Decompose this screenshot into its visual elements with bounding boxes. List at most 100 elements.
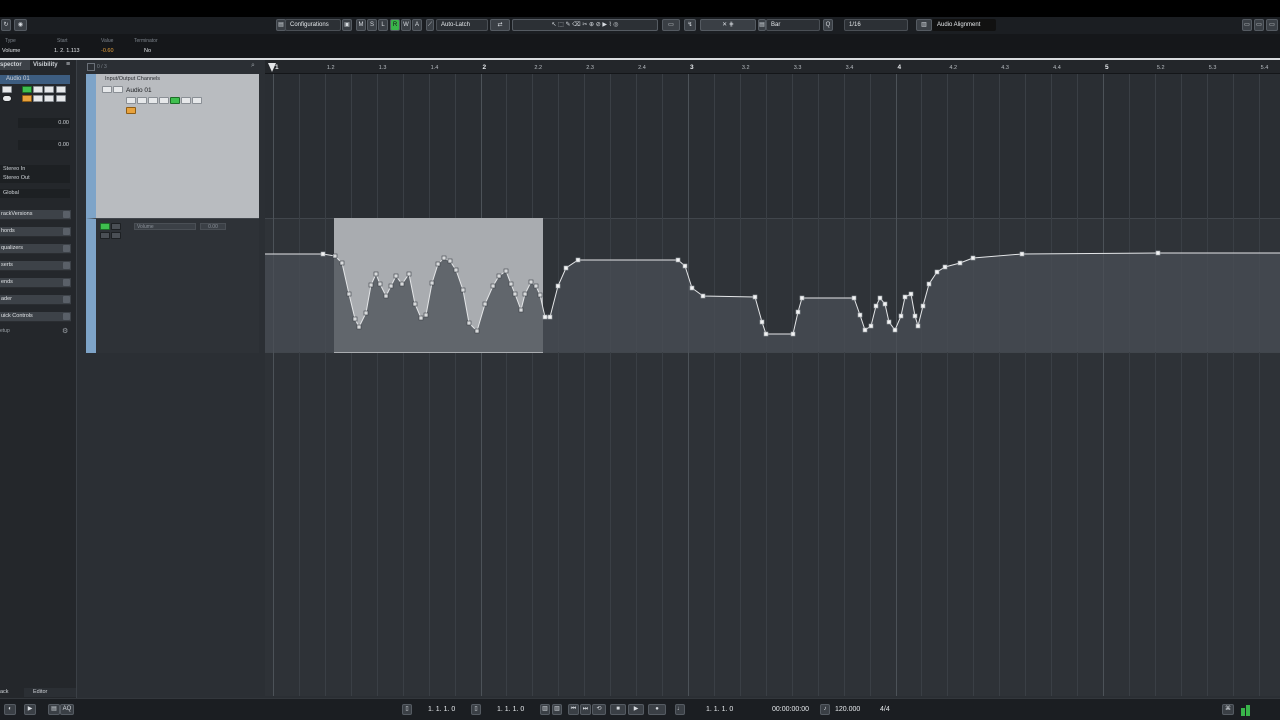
automation-point[interactable] bbox=[700, 293, 706, 299]
automation-point[interactable] bbox=[508, 281, 514, 287]
add-track-icon[interactable] bbox=[87, 63, 95, 71]
snap-type-icon[interactable]: ✕ ⋕ bbox=[700, 19, 756, 31]
automation-point[interactable] bbox=[368, 282, 374, 288]
input-routing[interactable]: Stereo In bbox=[0, 165, 70, 174]
section-chords[interactable]: hords bbox=[0, 227, 71, 237]
track-name[interactable]: Audio 01 bbox=[126, 87, 152, 94]
automation-curve[interactable] bbox=[265, 60, 1280, 696]
automation-point[interactable] bbox=[689, 285, 695, 291]
visibility-tab[interactable]: Visibility bbox=[33, 60, 63, 70]
automation-point[interactable] bbox=[886, 319, 892, 325]
tool-buttons[interactable]: ↖ ⬚ ✎ ⌫ ✂ ⊕ ⊘ ▶ ⌇ ◎ bbox=[512, 19, 658, 31]
automation-point[interactable] bbox=[675, 257, 681, 263]
edit-channel-icon[interactable] bbox=[126, 107, 136, 114]
quantize-icon[interactable]: Q bbox=[823, 19, 833, 31]
section-quick-controls[interactable]: uick Controls bbox=[0, 312, 71, 322]
inspector-track-buttons-2[interactable] bbox=[0, 95, 72, 103]
automation-point[interactable] bbox=[332, 253, 338, 259]
section-inserts[interactable]: serts bbox=[0, 261, 71, 271]
alignment-icon[interactable]: ▥ bbox=[916, 19, 932, 31]
right-locator[interactable]: 1. 1. 1. 0 bbox=[497, 704, 524, 716]
automation-point[interactable] bbox=[868, 323, 874, 329]
camera-icon[interactable]: ▣ bbox=[342, 19, 352, 31]
window-icon[interactable]: ◉ bbox=[14, 19, 27, 31]
play-icon[interactable]: ▶ bbox=[24, 704, 36, 715]
automation-point[interactable] bbox=[466, 320, 472, 326]
track-tab[interactable]: ack bbox=[0, 688, 22, 697]
automation-point[interactable] bbox=[892, 327, 898, 333]
automation-point[interactable] bbox=[399, 281, 405, 287]
section-trackversions[interactable]: rackVersions bbox=[0, 210, 71, 220]
automation-point[interactable] bbox=[882, 301, 888, 307]
solo-button[interactable]: S bbox=[367, 19, 377, 31]
grid-type-dropdown[interactable]: Bar bbox=[766, 19, 820, 31]
automation-point[interactable] bbox=[902, 294, 908, 300]
terminator-value[interactable]: No bbox=[144, 48, 151, 54]
automation-point[interactable] bbox=[352, 316, 358, 322]
menu-icon[interactable]: ≡ bbox=[66, 61, 74, 69]
automation-point[interactable] bbox=[441, 255, 447, 261]
automation-point[interactable] bbox=[1019, 251, 1025, 257]
automation-point[interactable] bbox=[857, 312, 863, 318]
inspector-track-buttons[interactable] bbox=[0, 86, 72, 94]
automation-point[interactable] bbox=[1155, 250, 1161, 256]
automation-point[interactable] bbox=[346, 291, 352, 297]
automation-point[interactable] bbox=[898, 313, 904, 319]
automation-point[interactable] bbox=[512, 291, 518, 297]
configurations-dropdown[interactable]: Configurations bbox=[285, 19, 341, 31]
a-button[interactable]: A bbox=[412, 19, 422, 31]
automation-point[interactable] bbox=[429, 280, 435, 286]
automation-point[interactable] bbox=[795, 309, 801, 315]
lane-parameter[interactable]: Volume bbox=[134, 223, 196, 230]
automation-point[interactable] bbox=[474, 328, 480, 334]
stop-button[interactable]: ■ bbox=[610, 704, 626, 715]
type-value[interactable]: Volume bbox=[2, 48, 20, 54]
tempo-field[interactable]: 120.000 bbox=[835, 704, 860, 716]
automation-point[interactable] bbox=[799, 295, 805, 301]
punch-in-icon[interactable]: ▥ bbox=[540, 704, 550, 715]
listen-button[interactable]: L bbox=[378, 19, 388, 31]
snap-icon[interactable]: ▭ bbox=[662, 19, 680, 31]
search-icon[interactable]: ⌕ bbox=[251, 62, 255, 70]
automation-point[interactable] bbox=[320, 251, 326, 257]
automation-point[interactable] bbox=[412, 301, 418, 307]
automation-point[interactable] bbox=[537, 292, 543, 298]
automation-point[interactable] bbox=[752, 294, 758, 300]
cycle-button[interactable]: ⟲ bbox=[592, 704, 606, 715]
automation-point[interactable] bbox=[575, 257, 581, 263]
volume-automation-track[interactable]: Volume 0.00 bbox=[86, 218, 259, 353]
automation-point[interactable] bbox=[790, 331, 796, 337]
automation-point[interactable] bbox=[418, 315, 424, 321]
automation-point[interactable] bbox=[957, 260, 963, 266]
play-button[interactable]: ▶ bbox=[628, 704, 644, 715]
automation-mode-dropdown[interactable]: Auto-Latch bbox=[436, 19, 488, 31]
value-value[interactable]: -0.60 bbox=[101, 48, 114, 54]
automation-point[interactable] bbox=[542, 314, 548, 320]
tempo-track-icon[interactable]: ♪ bbox=[820, 704, 830, 715]
automation-point[interactable] bbox=[563, 265, 569, 271]
cycle-icon[interactable]: ⇄ bbox=[490, 19, 510, 31]
automation-point[interactable] bbox=[518, 307, 524, 313]
automation-point[interactable] bbox=[453, 267, 459, 273]
refresh-icon[interactable]: ↻ bbox=[1, 19, 11, 31]
right-locator-icon[interactable]: ▯ bbox=[471, 704, 481, 715]
record-mode-icon[interactable]: ◐ bbox=[4, 704, 16, 715]
automation-point[interactable] bbox=[528, 279, 534, 285]
pan-field[interactable]: 0.00 bbox=[18, 140, 70, 150]
automation-point[interactable] bbox=[363, 310, 369, 316]
automation-point[interactable] bbox=[388, 283, 394, 289]
section-sends[interactable]: ends bbox=[0, 278, 71, 288]
marker-icon[interactable]: ▤ bbox=[48, 704, 60, 715]
automation-point[interactable] bbox=[435, 261, 441, 267]
automation-point[interactable] bbox=[763, 331, 769, 337]
automation-point[interactable] bbox=[920, 303, 926, 309]
automation-point[interactable] bbox=[423, 312, 429, 318]
automation-point[interactable] bbox=[356, 324, 362, 330]
automation-point[interactable] bbox=[447, 258, 453, 264]
automation-point[interactable] bbox=[533, 283, 539, 289]
automation-point[interactable] bbox=[377, 281, 383, 287]
io-folder-track[interactable]: Input/Output Channels Audio 01 bbox=[86, 74, 259, 218]
automation-point[interactable] bbox=[873, 303, 879, 309]
quantize-dropdown[interactable]: 1/16 bbox=[844, 19, 908, 31]
read-button[interactable]: R bbox=[390, 19, 400, 31]
